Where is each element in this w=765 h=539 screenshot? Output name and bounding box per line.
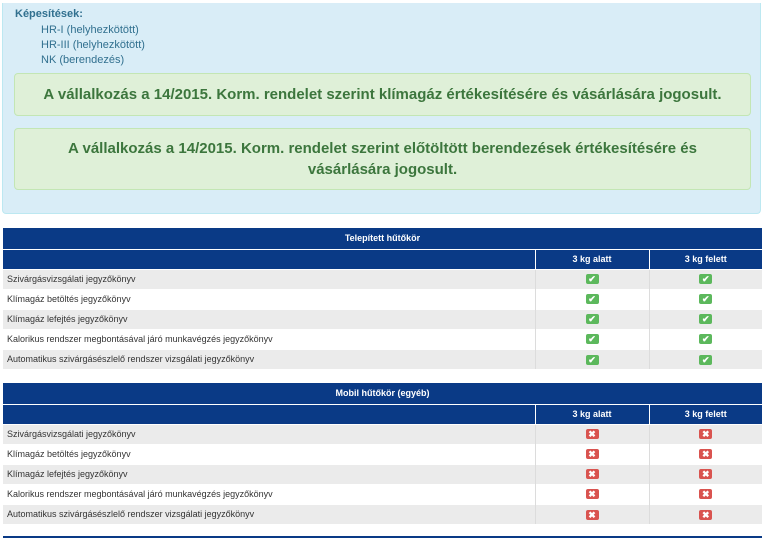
below-3kg-cell: ✖ [534, 443, 649, 464]
document-label: Klímagáz lefejtés jegyzőkönyv [3, 463, 535, 484]
installed-circuit-table: Telepített hűtőkör 3 kg alatt 3 kg felet… [3, 228, 762, 369]
below-3kg-cell: ✔ [534, 328, 649, 349]
document-label: Automatikus szivárgásészlelő rendszer vi… [3, 503, 535, 524]
below-3kg-header: 3 kg alatt [534, 403, 649, 424]
above-3kg-cell: ✖ [648, 483, 762, 504]
cross-icon: ✖ [585, 469, 599, 480]
refrigerant-trade-alert: A vállalkozás a 14/2015. Korm. rendelet … [14, 73, 751, 116]
document-label: Klímagáz betöltés jegyzőkönyv [3, 288, 535, 309]
cross-icon: ✖ [699, 469, 713, 480]
check-icon: ✔ [585, 274, 599, 285]
table-row: Klímagáz betöltés jegyzőkönyv ✖ ✖ [3, 443, 762, 464]
above-3kg-cell: ✔ [648, 308, 762, 329]
below-3kg-cell: ✖ [534, 463, 649, 484]
check-icon: ✔ [585, 294, 599, 305]
document-label: Klímagáz betöltés jegyzőkönyv [3, 443, 535, 464]
divider [3, 536, 762, 538]
above-3kg-cell: ✔ [648, 268, 762, 289]
check-icon: ✔ [699, 314, 713, 325]
below-3kg-cell: ✔ [534, 348, 649, 369]
above-3kg-header: 3 kg felett [648, 403, 762, 424]
table-row: Klímagáz lefejtés jegyzőkönyv ✖ ✖ [3, 463, 762, 484]
table-row: Klímagáz lefejtés jegyzőkönyv ✔ ✔ [3, 308, 762, 329]
check-icon: ✔ [699, 294, 713, 305]
above-3kg-cell: ✖ [648, 423, 762, 444]
check-icon: ✔ [585, 334, 599, 345]
document-label: Kalorikus rendszer megbontásával járó mu… [3, 328, 535, 349]
table-title: Mobil hűtőkör (egyéb) [3, 383, 762, 404]
check-icon: ✔ [699, 334, 713, 345]
qualifications-list: HR-I (helyhezkötött) HR-III (helyhezkötö… [41, 23, 145, 68]
check-icon: ✔ [699, 274, 713, 285]
table-row: Automatikus szivárgásészlelő rendszer vi… [3, 503, 762, 524]
table-row: Kalorikus rendszer megbontásával járó mu… [3, 328, 762, 349]
mobile-circuit-table: Mobil hűtőkör (egyéb) 3 kg alatt 3 kg fe… [3, 383, 762, 524]
cross-icon: ✖ [699, 489, 713, 500]
qualifications-panel: Képesítések: HR-I (helyhezkötött) HR-III… [2, 3, 761, 214]
above-3kg-cell: ✖ [648, 463, 762, 484]
table-row: Szivárgásvizsgálati jegyzőkönyv ✖ ✖ [3, 423, 762, 444]
cross-icon: ✖ [585, 449, 599, 460]
qualification-item: NK (berendezés) [41, 54, 125, 66]
precharged-equipment-alert: A vállalkozás a 14/2015. Korm. rendelet … [14, 128, 751, 190]
below-3kg-cell: ✔ [534, 308, 649, 329]
document-label: Szivárgásvizsgálati jegyzőkönyv [3, 268, 535, 289]
above-3kg-cell: ✖ [648, 503, 762, 524]
table-row: Automatikus szivárgásészlelő rendszer vi… [3, 348, 762, 369]
below-3kg-cell: ✖ [534, 503, 649, 524]
check-icon: ✔ [699, 354, 713, 365]
above-3kg-cell: ✔ [648, 348, 762, 369]
cross-icon: ✖ [699, 509, 713, 520]
document-label: Kalorikus rendszer megbontásával járó mu… [3, 483, 535, 504]
cross-icon: ✖ [585, 489, 599, 500]
above-3kg-cell: ✔ [648, 288, 762, 309]
cross-icon: ✖ [585, 509, 599, 520]
below-3kg-cell: ✔ [534, 268, 649, 289]
below-3kg-cell: ✔ [534, 288, 649, 309]
table-row: Klímagáz betöltés jegyzőkönyv ✔ ✔ [3, 288, 762, 309]
cross-icon: ✖ [699, 429, 713, 440]
document-label: Automatikus szivárgásészlelő rendszer vi… [3, 348, 535, 369]
above-3kg-header: 3 kg felett [648, 248, 762, 269]
label-column-header [3, 248, 535, 269]
check-icon: ✔ [585, 314, 599, 325]
check-icon: ✔ [585, 354, 599, 365]
table-row: Szivárgásvizsgálati jegyzőkönyv ✔ ✔ [3, 268, 762, 289]
table-row: Kalorikus rendszer megbontásával járó mu… [3, 483, 762, 504]
label-column-header [3, 403, 535, 424]
document-label: Szivárgásvizsgálati jegyzőkönyv [3, 423, 535, 444]
above-3kg-cell: ✖ [648, 443, 762, 464]
qualification-item: HR-I (helyhezkötött) [41, 24, 139, 36]
table-title: Telepített hűtőkör [3, 228, 762, 249]
cross-icon: ✖ [699, 449, 713, 460]
qualifications-title: Képesítések: [15, 8, 83, 20]
cross-icon: ✖ [585, 429, 599, 440]
below-3kg-header: 3 kg alatt [534, 248, 649, 269]
qualification-item: HR-III (helyhezkötött) [41, 39, 145, 51]
below-3kg-cell: ✖ [534, 483, 649, 504]
below-3kg-cell: ✖ [534, 423, 649, 444]
above-3kg-cell: ✔ [648, 328, 762, 349]
document-label: Klímagáz lefejtés jegyzőkönyv [3, 308, 535, 329]
